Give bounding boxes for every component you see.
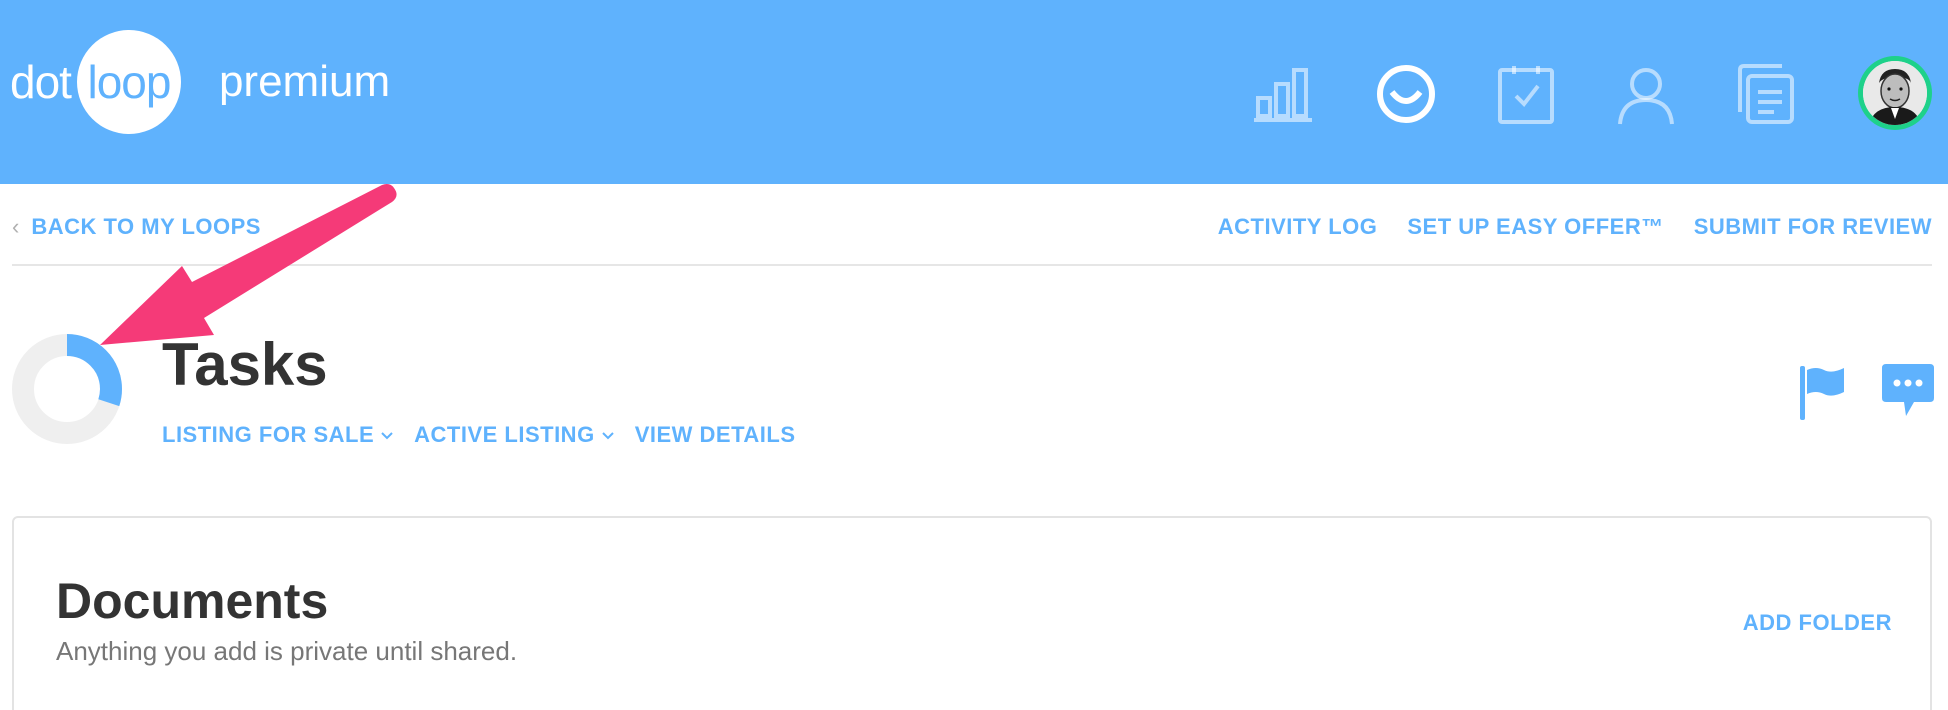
loop-type-dropdown[interactable]: LISTING FOR SALE — [162, 422, 394, 448]
chevron-down-icon — [381, 432, 393, 440]
set-up-easy-offer-link[interactable]: SET UP EASY OFFER™ — [1407, 214, 1663, 240]
loop-status-dropdown[interactable]: ACTIVE LISTING — [414, 422, 615, 448]
avatar-photo — [1863, 61, 1927, 125]
flag-icon[interactable] — [1798, 362, 1848, 422]
documents-title: Documents — [56, 573, 329, 629]
dotloop-logo[interactable]: dot loop premium — [10, 30, 390, 134]
loop-type-label: LISTING FOR SALE — [162, 422, 375, 447]
smile-icon[interactable] — [1374, 62, 1438, 126]
user-avatar[interactable] — [1858, 56, 1932, 130]
page-title: Tasks — [162, 331, 328, 398]
submit-for-review-link[interactable]: SUBMIT FOR REVIEW — [1694, 214, 1932, 240]
bar-chart-icon[interactable] — [1252, 62, 1316, 126]
chevron-left-icon: ‹ — [12, 214, 20, 239]
loop-status-label: ACTIVE LISTING — [414, 422, 595, 447]
activity-log-link[interactable]: ACTIVITY LOG — [1218, 214, 1378, 240]
logo-text-dot: dot — [10, 56, 72, 108]
back-to-loops-label: BACK TO MY LOOPS — [31, 214, 261, 239]
plan-label: premium — [218, 57, 391, 106]
view-details-link[interactable]: VIEW DETAILS — [635, 422, 796, 448]
documents-subtitle: Anything you add is private until shared… — [56, 636, 518, 666]
task-progress-donut — [12, 334, 122, 444]
chat-icon[interactable] — [1880, 362, 1936, 420]
subnav-actions: ACTIVITY LOG SET UP EASY OFFER™ SUBMIT F… — [1218, 214, 1932, 240]
documents-icon[interactable] — [1734, 62, 1798, 126]
logo-text-loop: loop — [87, 56, 171, 108]
add-folder-button[interactable]: ADD FOLDER — [1743, 610, 1892, 636]
user-icon[interactable] — [1614, 62, 1678, 126]
documents-card: Documents Anything you add is private un… — [12, 516, 1932, 710]
top-navigation-bar: dot loop premium — [0, 0, 1948, 184]
logo-circle: loop — [76, 30, 181, 134]
back-to-loops-link[interactable]: ‹ BACK TO MY LOOPS — [12, 214, 261, 240]
loop-subnav: ‹ BACK TO MY LOOPS ACTIVITY LOG SET UP E… — [12, 206, 1932, 266]
loop-meta-row: LISTING FOR SALE ACTIVE LISTING VIEW DET… — [162, 422, 796, 448]
chevron-down-icon — [601, 432, 614, 440]
loop-header: Tasks LISTING FOR SALE ACTIVE LISTING VI… — [0, 320, 1948, 460]
checklist-icon[interactable] — [1494, 62, 1558, 126]
